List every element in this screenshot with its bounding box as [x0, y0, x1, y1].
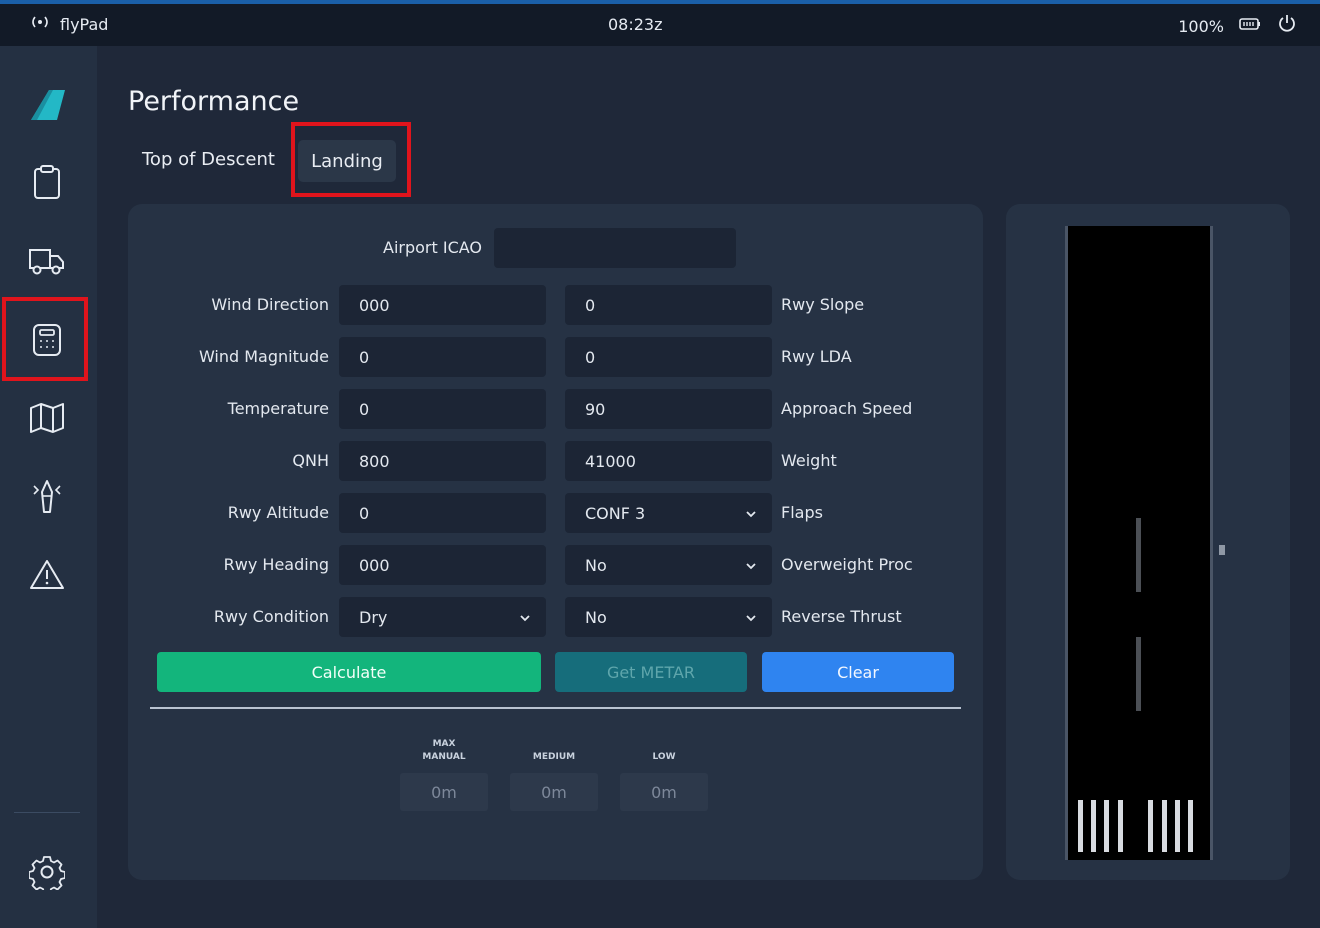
medium-label: MEDIUM: [532, 752, 576, 762]
status-left: flyPad: [28, 14, 108, 34]
qnh-label: QNH: [292, 451, 329, 470]
page-title: Performance: [128, 86, 300, 117]
rwy-altitude-input[interactable]: 0: [339, 493, 546, 533]
chevron-down-icon: [518, 610, 532, 629]
clipboard-icon[interactable]: [26, 161, 68, 203]
sidebar-highlight-box: [2, 297, 88, 381]
wind-direction-input[interactable]: 000: [339, 285, 546, 325]
battery-icon: [1238, 16, 1262, 36]
power-icon[interactable]: [1276, 13, 1298, 39]
weight-input[interactable]: 41000: [565, 441, 772, 481]
rwy-heading-value: 000: [359, 555, 390, 575]
approach-speed-label: Approach Speed: [781, 399, 913, 418]
chevron-down-icon: [744, 610, 758, 629]
threshold-stripe: [1104, 800, 1109, 852]
map-icon[interactable]: [26, 397, 68, 439]
battery-percent: 100%: [1178, 16, 1224, 36]
medium-distance: 0m: [510, 773, 598, 811]
low-distance: 0m: [620, 773, 708, 811]
tab-highlight-box: [291, 122, 411, 197]
reverse-thrust-select[interactable]: No: [565, 597, 772, 637]
rwy-slope-label: Rwy Slope: [781, 295, 865, 314]
qnh-value: 800: [359, 451, 390, 471]
runway-centerline-mark: [1136, 637, 1141, 711]
wind-magnitude-value: 0: [359, 347, 370, 367]
threshold-stripe: [1078, 800, 1083, 852]
flaps-select[interactable]: CONF 3: [565, 493, 772, 533]
approach-speed-input[interactable]: 90: [565, 389, 772, 429]
flypad-logo-icon[interactable]: [26, 84, 68, 126]
runway-visualization: [1065, 226, 1213, 860]
threshold-stripe: [1188, 800, 1193, 852]
overweight-proc-value: No: [585, 555, 607, 575]
airport-icao-input[interactable]: [494, 228, 736, 268]
get-metar-button[interactable]: Get METAR: [555, 652, 747, 692]
rwy-condition-value: Dry: [359, 607, 388, 627]
wind-direction-value: 000: [359, 295, 390, 315]
threshold-stripe: [1148, 800, 1153, 852]
threshold-stripe: [1162, 800, 1167, 852]
qnh-input[interactable]: 800: [339, 441, 546, 481]
chevron-down-icon: [744, 506, 758, 525]
reverse-thrust-label: Reverse Thrust: [781, 607, 902, 626]
overweight-proc-select[interactable]: No: [565, 545, 772, 585]
warning-icon[interactable]: [26, 553, 68, 595]
max-manual-label-line1: MAX: [432, 739, 456, 749]
status-bar: flyPad 08:23z 100%: [0, 4, 1320, 46]
wind-magnitude-input[interactable]: 0: [339, 337, 546, 377]
threshold-stripe: [1118, 800, 1123, 852]
flaps-value: CONF 3: [585, 503, 646, 523]
wind-magnitude-label: Wind Magnitude: [198, 347, 329, 366]
results-divider: [150, 707, 961, 709]
rwy-condition-select[interactable]: Dry: [339, 597, 546, 637]
temperature-input[interactable]: 0: [339, 389, 546, 429]
rwy-altitude-value: 0: [359, 503, 370, 523]
airport-icao-label: Airport ICAO: [383, 238, 482, 257]
weight-value: 41000: [585, 451, 636, 471]
wind-direction-label: Wind Direction: [211, 295, 329, 314]
rwy-slope-value: 0: [585, 295, 596, 315]
max-manual-label-line2: MANUAL: [422, 752, 466, 762]
overweight-proc-label: Overweight Proc: [781, 555, 913, 574]
sidebar: [0, 46, 97, 928]
app-name: flyPad: [60, 14, 109, 34]
rwy-lda-value: 0: [585, 347, 596, 367]
gear-icon[interactable]: [26, 851, 68, 893]
low-label: LOW: [652, 752, 676, 762]
approach-speed-value: 90: [585, 399, 606, 419]
temperature-value: 0: [359, 399, 370, 419]
clock-time: 08:23z: [608, 15, 663, 34]
threshold-stripe: [1091, 800, 1096, 852]
runway-centerline-mark: [1136, 518, 1141, 592]
rwy-condition-label: Rwy Condition: [213, 607, 329, 626]
chevron-down-icon: [744, 558, 758, 577]
tab-top-of-descent[interactable]: Top of Descent: [142, 149, 275, 170]
max-manual-distance: 0m: [400, 773, 488, 811]
status-right: 100%: [1178, 13, 1298, 39]
calculate-button[interactable]: Calculate: [157, 652, 541, 692]
max-manual-label: MAX MANUAL: [399, 738, 489, 764]
rwy-lda-label: Rwy LDA: [781, 347, 852, 366]
runway-distance-marker: [1219, 545, 1225, 555]
clear-button[interactable]: Clear: [762, 652, 954, 692]
reverse-thrust-value: No: [585, 607, 607, 627]
threshold-stripe: [1175, 800, 1180, 852]
connection-icon: [28, 14, 52, 34]
truck-icon[interactable]: [26, 240, 68, 282]
weight-label: Weight: [781, 451, 837, 470]
temperature-label: Temperature: [227, 399, 329, 418]
rwy-heading-label: Rwy Heading: [223, 555, 329, 574]
rwy-slope-input[interactable]: 0: [565, 285, 772, 325]
rwy-heading-input[interactable]: 000: [339, 545, 546, 585]
sidebar-divider: [14, 812, 80, 813]
rwy-lda-input[interactable]: 0: [565, 337, 772, 377]
rwy-altitude-label: Rwy Altitude: [227, 503, 329, 522]
atc-tower-icon[interactable]: [26, 475, 68, 517]
flaps-label: Flaps: [781, 503, 823, 522]
